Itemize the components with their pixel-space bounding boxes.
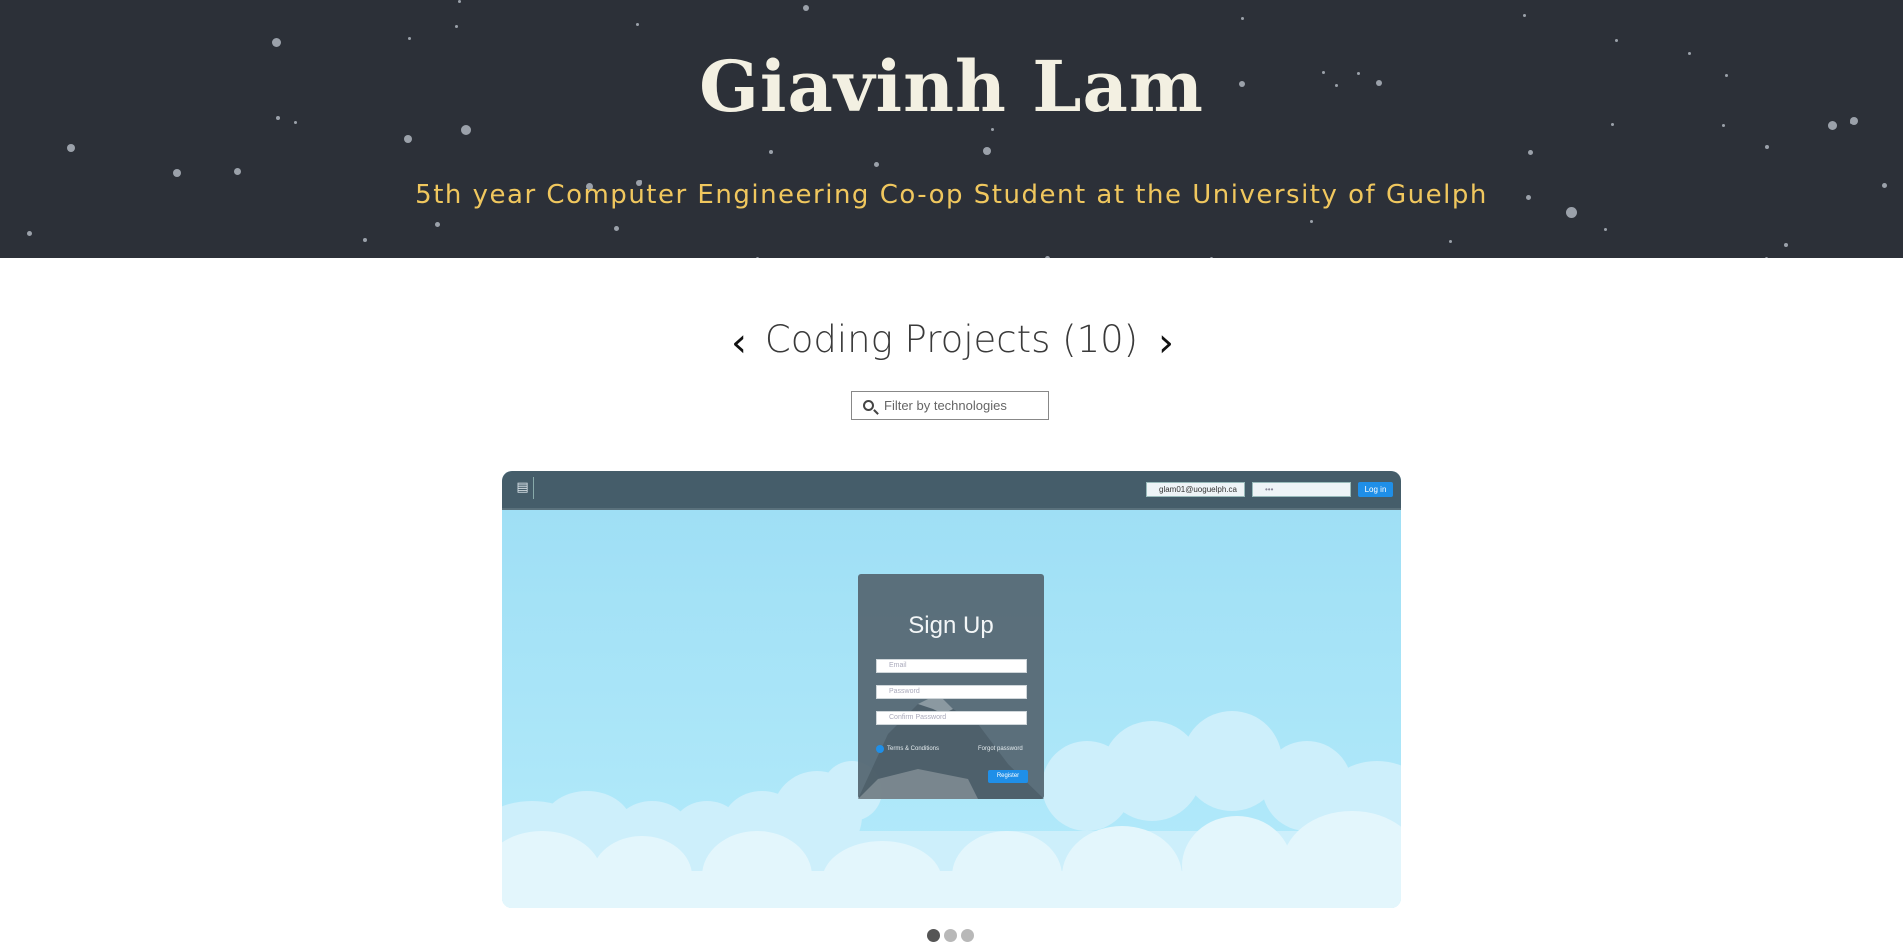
forgot-password-link[interactable]: Forgot password [978,746,1023,752]
nav-email-input[interactable]: glam01@uoguelph.ca [1146,482,1245,497]
terms-label: Terms & Conditions [887,746,940,752]
signup-confirm-field[interactable]: Confirm Password [876,711,1027,725]
signup-title: Sign Up [908,612,994,639]
technology-filter[interactable] [851,391,1049,420]
star [173,169,181,177]
star [635,22,639,26]
star [613,225,619,231]
hero-title: Giavinh Lam [699,45,1204,128]
project-screenshot[interactable]: ▤ glam01@uoguelph.ca ••• Log in Sign Up … [502,471,1401,908]
star [233,167,241,175]
star [1527,149,1533,155]
star [1784,243,1788,247]
star [363,238,367,242]
star [1603,227,1607,231]
star [434,221,440,227]
hero-banner: Giavinh Lam 5th year Computer Engineerin… [0,0,1903,258]
register-button[interactable]: Register [988,770,1028,783]
hero-subtitle: 5th year Computer Engineering Co-op Stud… [415,180,1488,210]
star [407,36,411,40]
signup-email-field[interactable]: Email [876,659,1027,673]
star [1448,239,1452,243]
star [803,5,809,11]
star [67,144,75,152]
star [1764,256,1768,258]
star [1209,256,1213,258]
star [755,256,759,258]
star [1240,16,1244,20]
signup-password-field[interactable]: Password [876,685,1027,699]
star [1309,219,1313,223]
star [454,24,458,28]
star [457,0,461,3]
star [769,150,773,154]
star [873,161,879,167]
star [26,230,32,236]
star [983,147,991,155]
star [1614,38,1618,42]
star [1522,13,1526,17]
app-logo-icon: ▤ [512,477,534,499]
search-icon [863,400,874,411]
screenshot-navbar: ▤ glam01@uoguelph.ca ••• Log in [502,471,1401,510]
star [1765,145,1769,149]
cloud-bank-light [502,871,1401,908]
login-button[interactable]: Log in [1358,482,1393,497]
star [404,135,412,143]
signup-card: Sign Up Email Password Confirm Password … [858,574,1044,799]
projects-heading: Coding Projects (10) [764,318,1139,361]
nav-password-input[interactable]: ••• [1252,482,1351,497]
filter-input[interactable] [882,397,1036,414]
next-project-arrow[interactable]: › [1158,320,1174,366]
star [1044,255,1050,258]
terms-checkbox[interactable] [876,745,884,753]
